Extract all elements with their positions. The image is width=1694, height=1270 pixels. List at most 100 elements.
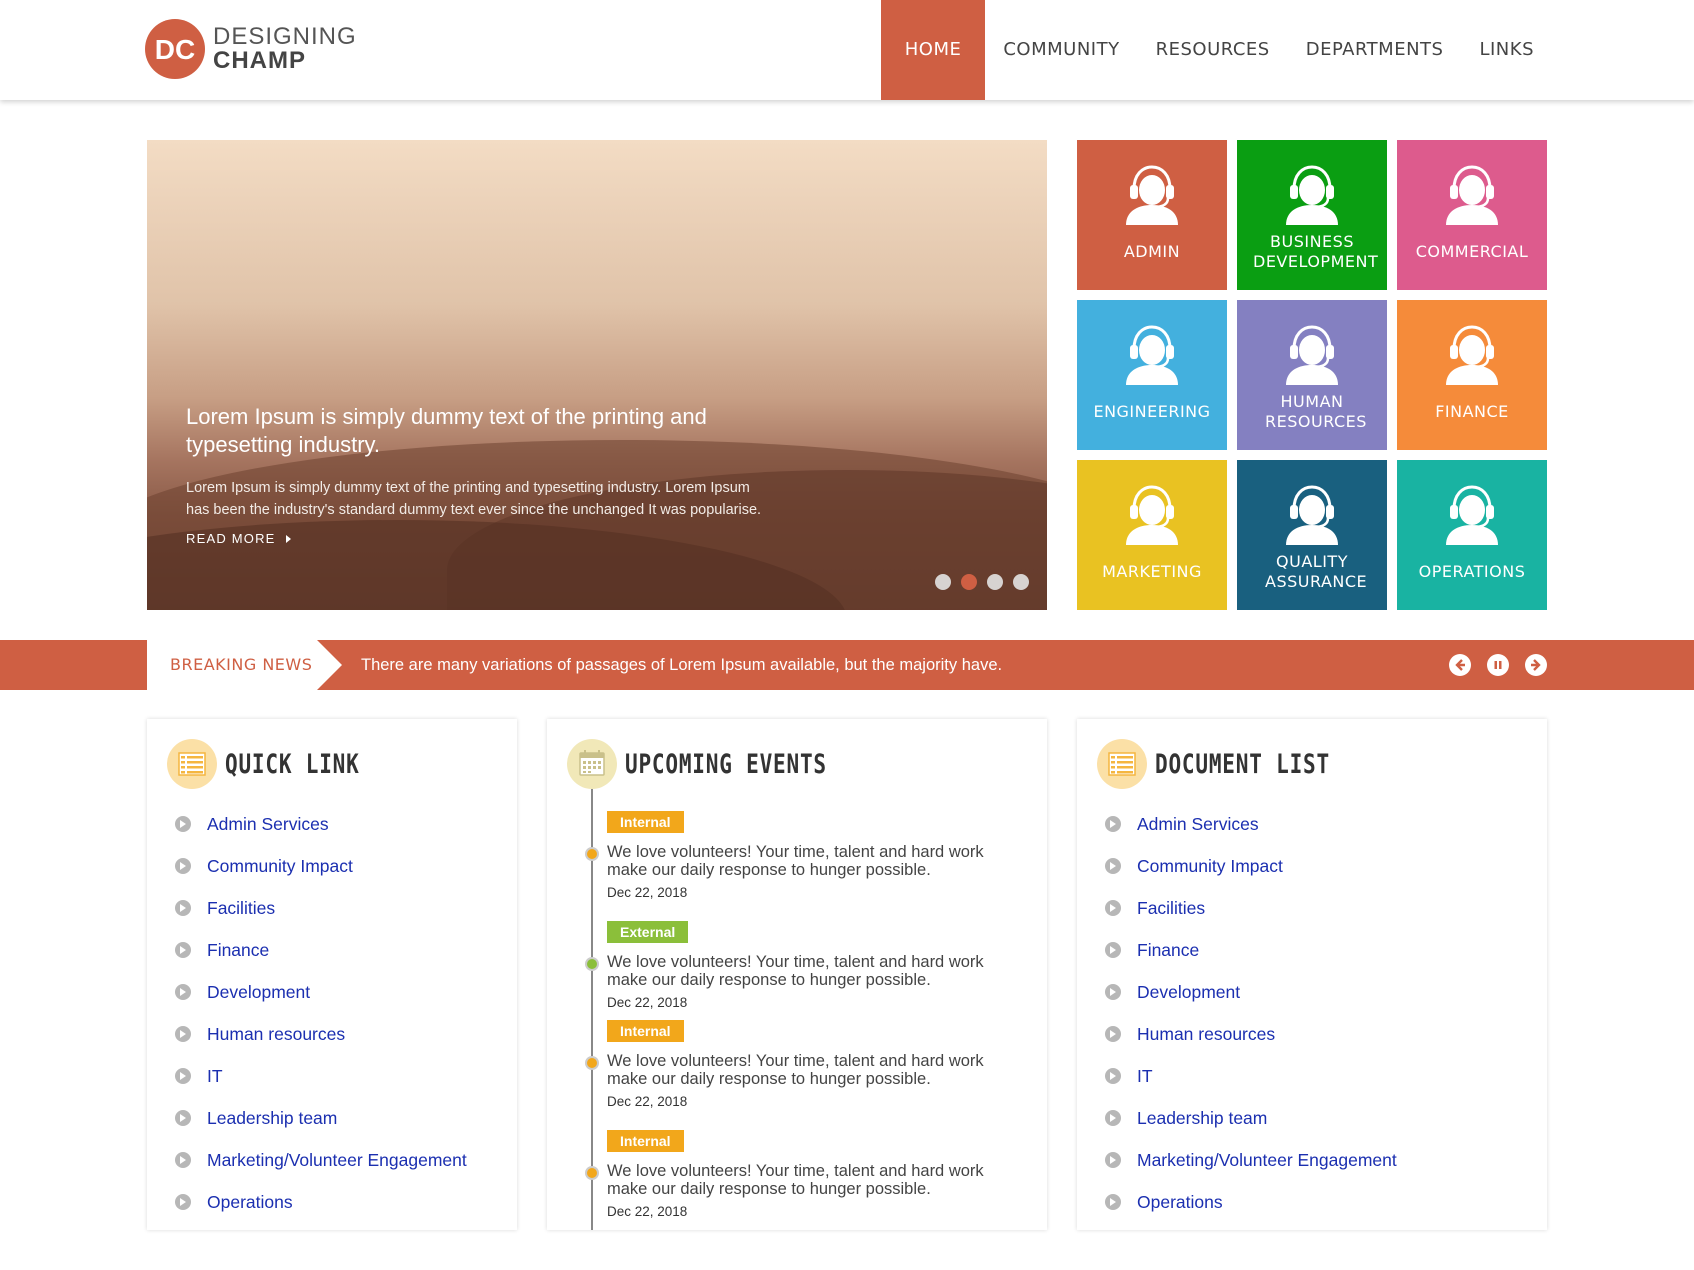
support-agent-icon [1124,325,1180,385]
link-text: IT [207,1065,223,1086]
event-tag: External [607,921,689,943]
arrow-circle-icon [1105,1152,1121,1168]
next-icon[interactable] [1525,654,1547,676]
list-item[interactable]: Operations [1105,1181,1397,1223]
list-item[interactable]: Facilities [175,887,467,929]
tile-label: FINANCE [1435,402,1509,421]
list-item[interactable]: Marketing/Volunteer Engagement [175,1139,467,1181]
nav-resources[interactable]: RESOURCES [1138,0,1288,100]
prev-icon[interactable] [1449,654,1471,676]
list-item[interactable]: Operations [175,1181,467,1223]
tile-label: BUSINESS DEVELOPMENT [1253,232,1379,271]
slider-dot-2[interactable] [961,574,977,590]
header: DC DESIGNING CHAMP HOME COMMUNITY RESOUR… [0,0,1694,100]
nav-links[interactable]: LINKS [1461,0,1552,100]
list-item[interactable]: Human resources [1105,1013,1397,1055]
slide-title: Lorem Ipsum is simply dummy text of the … [186,404,707,457]
tile-label: COMMERCIAL [1415,242,1529,261]
support-agent-icon [1444,485,1500,545]
link-text: Admin Services [1137,813,1259,834]
event-item[interactable]: Internal We love volunteers! Your time, … [607,1020,1027,1109]
tile-business-development[interactable]: BUSINESS DEVELOPMENT [1237,140,1387,290]
list-item[interactable]: Finance [1105,929,1397,971]
tile-quality-assurance[interactable]: QUALITY ASSURANCE [1237,460,1387,610]
arrow-circle-icon [1105,816,1121,832]
arrow-circle-icon [1105,984,1121,1000]
slide-content: Lorem Ipsum is simply dummy text of the … [186,403,766,548]
read-more-link[interactable]: READ MORE [186,531,291,546]
list-item[interactable]: Leadership team [1105,1097,1397,1139]
quick-link-list: Admin Services Community Impact Faciliti… [175,803,467,1223]
tile-human-resources[interactable]: HUMAN RESOURCES [1237,300,1387,450]
timeline-dot [585,957,599,971]
tile-finance[interactable]: FINANCE [1397,300,1547,450]
calendar-icon [567,739,617,789]
event-item[interactable]: Internal We love volunteers! Your time, … [607,811,1027,900]
slider-dot-1[interactable] [935,574,951,590]
support-agent-icon [1284,165,1340,225]
breaking-news-label: BREAKING NEWS [147,640,317,690]
list-item[interactable]: Leadership team [175,1097,467,1139]
event-text: We love volunteers! Your time, talent an… [607,843,984,879]
event-date: Dec 22, 2018 [607,995,688,1010]
arrow-circle-icon [175,942,191,958]
logo[interactable]: DC DESIGNING CHAMP [145,19,357,79]
support-agent-icon [1284,485,1340,545]
arrow-circle-icon [1105,858,1121,874]
list-item[interactable]: Community Impact [175,845,467,887]
list-item[interactable]: Human resources [175,1013,467,1055]
tile-label: MARKETING [1102,562,1202,581]
tile-operations[interactable]: OPERATIONS [1397,460,1547,610]
nav-home[interactable]: HOME [880,0,986,100]
list-item[interactable]: Facilities [1105,887,1397,929]
list-icon [1097,739,1147,789]
slide-text: Lorem Ipsum is simply dummy text of the … [186,480,762,518]
timeline-dot [585,1056,599,1070]
tile-label: ENGINEERING [1093,402,1211,421]
link-text: Community Impact [207,855,353,876]
link-text: Development [207,981,311,1002]
arrow-circle-icon [175,858,191,874]
news-controls [1449,654,1547,676]
support-agent-icon [1124,165,1180,225]
pause-icon[interactable] [1487,654,1509,676]
support-agent-icon [1444,165,1500,225]
breaking-news-text[interactable]: There are many variations of passages of… [361,640,1002,690]
slider-dot-3[interactable] [987,574,1003,590]
upcoming-events-panel: UPCOMING EVENTS Internal We love volunte… [547,719,1047,1230]
tile-engineering[interactable]: ENGINEERING [1077,300,1227,450]
link-text: Finance [1137,939,1200,960]
event-item[interactable]: Internal We love volunteers! Your time, … [607,1130,1027,1219]
slider-dots [935,574,1029,590]
list-item[interactable]: Finance [175,929,467,971]
link-text: Admin Services [207,813,329,834]
link-text: Operations [1137,1191,1223,1212]
link-text: Human resources [1137,1023,1276,1044]
read-more-label: READ MORE [186,531,276,546]
list-item[interactable]: Development [1105,971,1397,1013]
event-text: We love volunteers! Your time, talent an… [607,1162,984,1198]
tile-admin[interactable]: ADMIN [1077,140,1227,290]
link-text: Facilities [1137,897,1206,918]
list-item[interactable]: IT [1105,1055,1397,1097]
event-item[interactable]: External We love volunteers! Your time, … [607,921,1027,1010]
tile-marketing[interactable]: MARKETING [1077,460,1227,610]
department-tiles: ADMIN BUSINESS DEVELOPMENT COMMERCIAL EN… [1077,140,1547,610]
arrow-circle-icon [175,900,191,916]
slider-dot-4[interactable] [1013,574,1029,590]
nav-departments[interactable]: DEPARTMENTS [1288,0,1462,100]
tile-commercial[interactable]: COMMERCIAL [1397,140,1547,290]
list-item[interactable]: Admin Services [1105,803,1397,845]
list-item[interactable]: Development [175,971,467,1013]
list-item[interactable]: IT [175,1055,467,1097]
arrow-circle-icon [175,816,191,832]
timeline-dot [585,847,599,861]
list-item[interactable]: Community Impact [1105,845,1397,887]
arrow-circle-icon [175,984,191,1000]
link-text: Finance [207,939,270,960]
nav-community[interactable]: COMMUNITY [985,0,1137,100]
list-item[interactable]: Marketing/Volunteer Engagement [1105,1139,1397,1181]
list-item[interactable]: Admin Services [175,803,467,845]
support-agent-icon [1284,325,1340,385]
arrow-circle-icon [175,1026,191,1042]
